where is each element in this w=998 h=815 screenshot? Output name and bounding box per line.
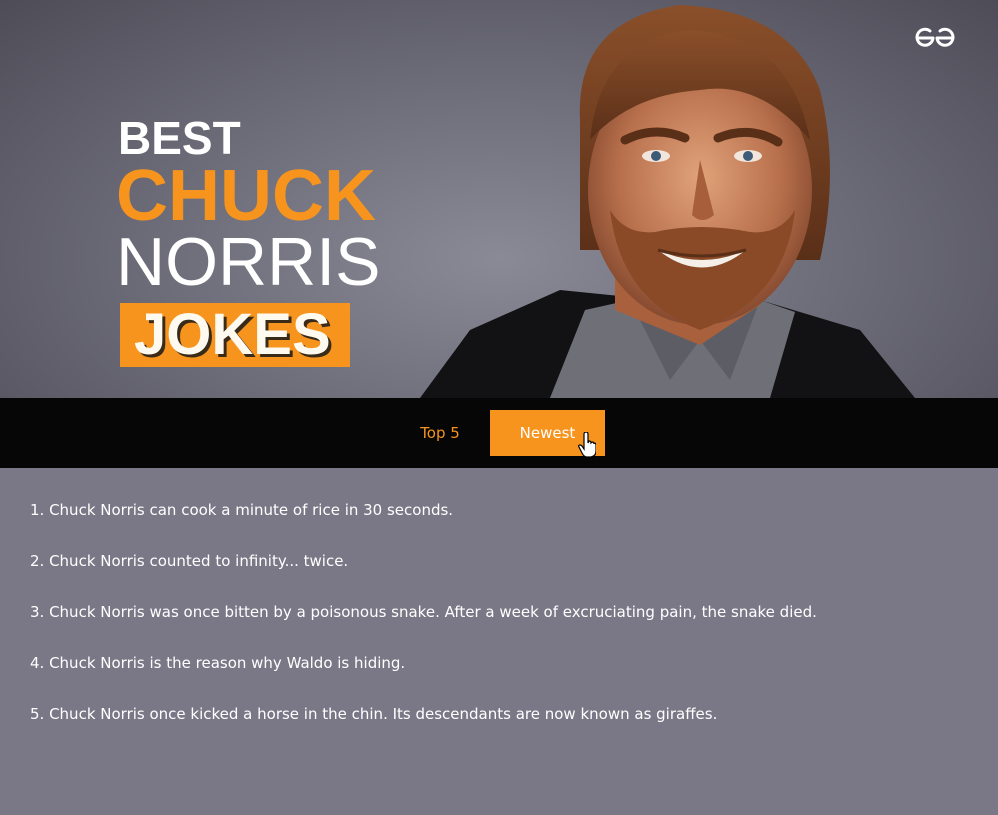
joke-item-3: 3. Chuck Norris was once bitten by a poi…: [30, 603, 817, 621]
joke-item-2: 2. Chuck Norris counted to infinity... t…: [30, 552, 349, 570]
title-norris: NORRIS: [116, 224, 381, 300]
joke-item-1: 1. Chuck Norris can cook a minute of ric…: [30, 501, 454, 519]
joke-item-4: 4. Chuck Norris is the reason why Waldo …: [30, 654, 406, 672]
hero-banner: BEST CHUCK NORRIS JOKES: [0, 0, 998, 398]
title-jokes-badge: JOKES: [120, 303, 350, 367]
top5-button[interactable]: Top 5: [404, 410, 476, 456]
joke-item-5: 5. Chuck Norris once kicked a horse in t…: [30, 705, 718, 723]
title-jokes: JOKES: [134, 302, 331, 367]
nav-bar: Top 5 Newest: [0, 398, 998, 468]
geeksforgeeks-logo-icon[interactable]: [914, 26, 956, 50]
hand-pointer-cursor-icon: [578, 432, 596, 458]
chuck-norris-portrait-image: [420, 5, 915, 398]
